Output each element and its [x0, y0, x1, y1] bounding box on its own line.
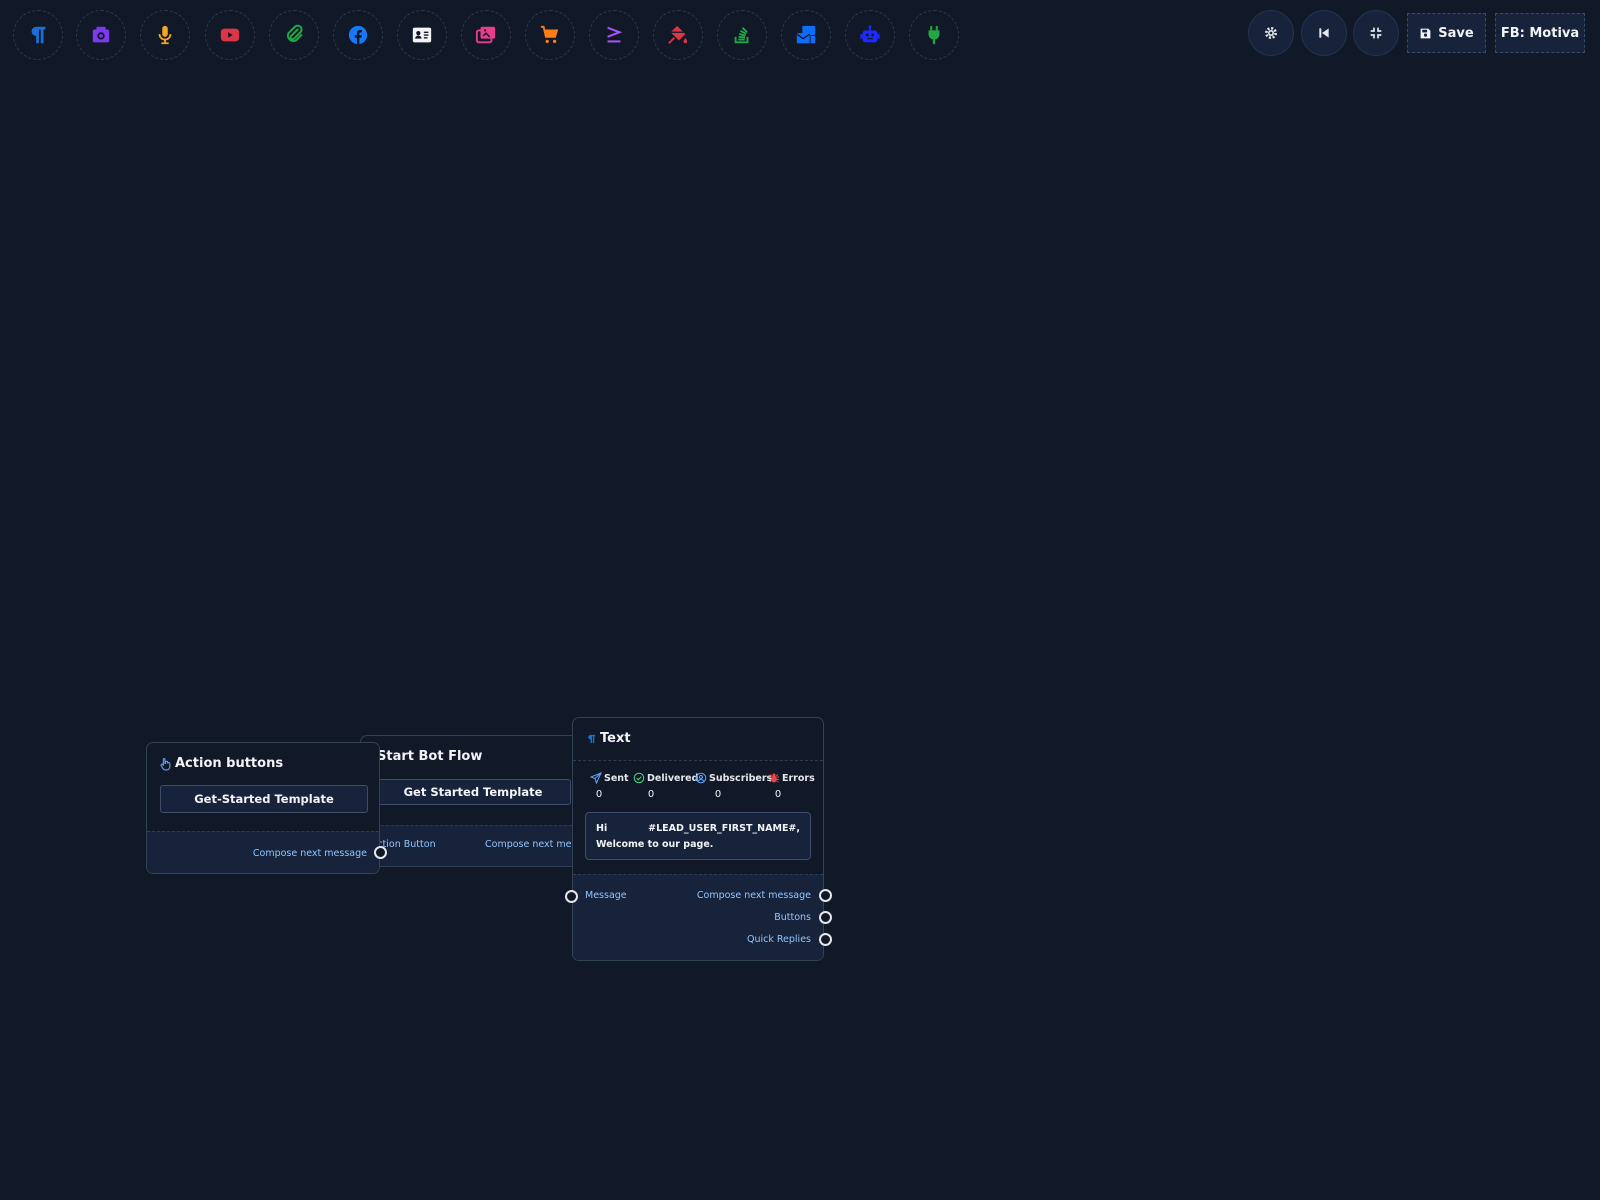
carousel-tool-button[interactable] [461, 10, 511, 60]
email-tool-button[interactable] [781, 10, 831, 60]
text-tool-button[interactable] [13, 10, 63, 60]
stat-sent: Sent [590, 772, 629, 784]
sequence-tool-button[interactable] [717, 10, 767, 60]
output-port[interactable] [819, 933, 832, 946]
stat-label: Subscribers [709, 772, 773, 784]
mail-bulk-icon [796, 25, 816, 44]
stack-overflow-icon [734, 27, 749, 44]
card-tool-button[interactable] [397, 10, 447, 60]
microphone-icon [158, 25, 172, 45]
paragraph-icon [31, 26, 46, 44]
output-port[interactable] [819, 911, 832, 924]
save-label: Save [1438, 25, 1474, 41]
stat-value-delivered: 0 [647, 789, 655, 800]
image-tool-button[interactable] [76, 10, 126, 60]
node-title-text: Action buttons [175, 756, 284, 771]
gear-icon [1265, 27, 1277, 39]
skip-back-icon [1319, 28, 1329, 38]
output-label: Compose next message [252, 848, 367, 859]
paperclip-icon [286, 24, 303, 43]
check-circle-icon [633, 772, 645, 784]
output-port[interactable] [819, 889, 832, 902]
greater-equal-icon [607, 26, 623, 43]
paint-tool-button[interactable] [653, 10, 703, 60]
text-node[interactable]: Text Sent Delivered Subscribers Errors 0… [572, 717, 824, 961]
paragraph-icon [588, 734, 596, 743]
node-title-text: Start Bot Flow [377, 749, 483, 764]
integration-tool-button[interactable] [909, 10, 959, 60]
floppy-disk-icon [1420, 28, 1431, 38]
input-port[interactable] [565, 890, 578, 903]
connections [359, 843, 599, 897]
output-label: Buttons [774, 912, 811, 923]
plug-icon [928, 25, 940, 45]
paper-plane-icon [590, 772, 602, 784]
stat-delivered: Delivered [633, 772, 698, 784]
start-bot-flow-node[interactable]: Start Bot Flow Get Started Template Acti… [360, 735, 599, 867]
template-label: Get Started Template [403, 785, 543, 799]
action-buttons-node[interactable]: Action buttons Get-Started Template Comp… [146, 742, 380, 874]
stat-value-subscribers: 0 [714, 789, 722, 800]
title-divider [573, 760, 823, 761]
video-tool-button[interactable] [205, 10, 255, 60]
paint-bucket-icon [668, 25, 688, 44]
stat-errors: Errors [768, 772, 815, 784]
account-button[interactable]: FB: Motiva [1495, 13, 1585, 53]
template-label: Get-Started Template [194, 792, 334, 806]
file-tool-button[interactable] [269, 10, 319, 60]
bug-icon [769, 773, 779, 783]
audio-tool-button[interactable] [140, 10, 190, 60]
images-icon [475, 26, 496, 44]
condition-tool-button[interactable] [589, 10, 639, 60]
node-footer: Action Button Compose next message [361, 825, 599, 866]
youtube-icon [220, 28, 240, 42]
stat-label: Sent [604, 772, 629, 784]
contact-card-icon [412, 27, 432, 43]
node-footer: Compose next message [147, 831, 379, 873]
stat-subscribers: Subscribers [695, 772, 772, 784]
output-port[interactable] [374, 846, 387, 859]
cart-icon [540, 25, 559, 44]
camera-icon [92, 26, 110, 43]
stat-label: Errors [782, 772, 815, 784]
bot-tool-button[interactable] [845, 10, 895, 60]
ecommerce-tool-button[interactable] [525, 10, 575, 60]
save-button[interactable]: Save [1407, 13, 1486, 53]
user-circle-icon [695, 772, 707, 784]
account-label: FB: Motiva [1500, 25, 1580, 41]
output-label: Quick Replies [746, 934, 811, 945]
message-text: Hi #LEAD_USER_FIRST_NAME#, Welcome to ou… [596, 823, 800, 850]
stat-value-errors: 0 [774, 789, 782, 800]
compress-icon [1370, 27, 1382, 39]
node-title: Start Bot Flow [377, 749, 482, 764]
output-label: Compose next message [696, 890, 811, 901]
node-title-text: Text [600, 731, 631, 746]
input-label: Message [585, 890, 627, 901]
message-box[interactable]: Hi #LEAD_USER_FIRST_NAME#, Welcome to ou… [585, 812, 811, 860]
reset-button[interactable] [1301, 10, 1347, 56]
facebook-tool-button[interactable] [333, 10, 383, 60]
template-button[interactable]: Get-Started Template [160, 785, 368, 813]
stat-value-sent: 0 [595, 789, 603, 800]
robot-icon [860, 25, 880, 43]
settings-button[interactable] [1248, 10, 1294, 56]
template-label-box: Get Started Template [375, 779, 571, 805]
node-title: Action buttons [159, 756, 283, 771]
node-title: Text [586, 731, 631, 746]
stat-label: Delivered [647, 772, 699, 784]
hand-pointer-icon [160, 757, 171, 770]
compress-button[interactable] [1353, 10, 1399, 56]
facebook-icon [348, 25, 368, 45]
node-footer: Message Compose next message Buttons Qui… [573, 874, 823, 960]
